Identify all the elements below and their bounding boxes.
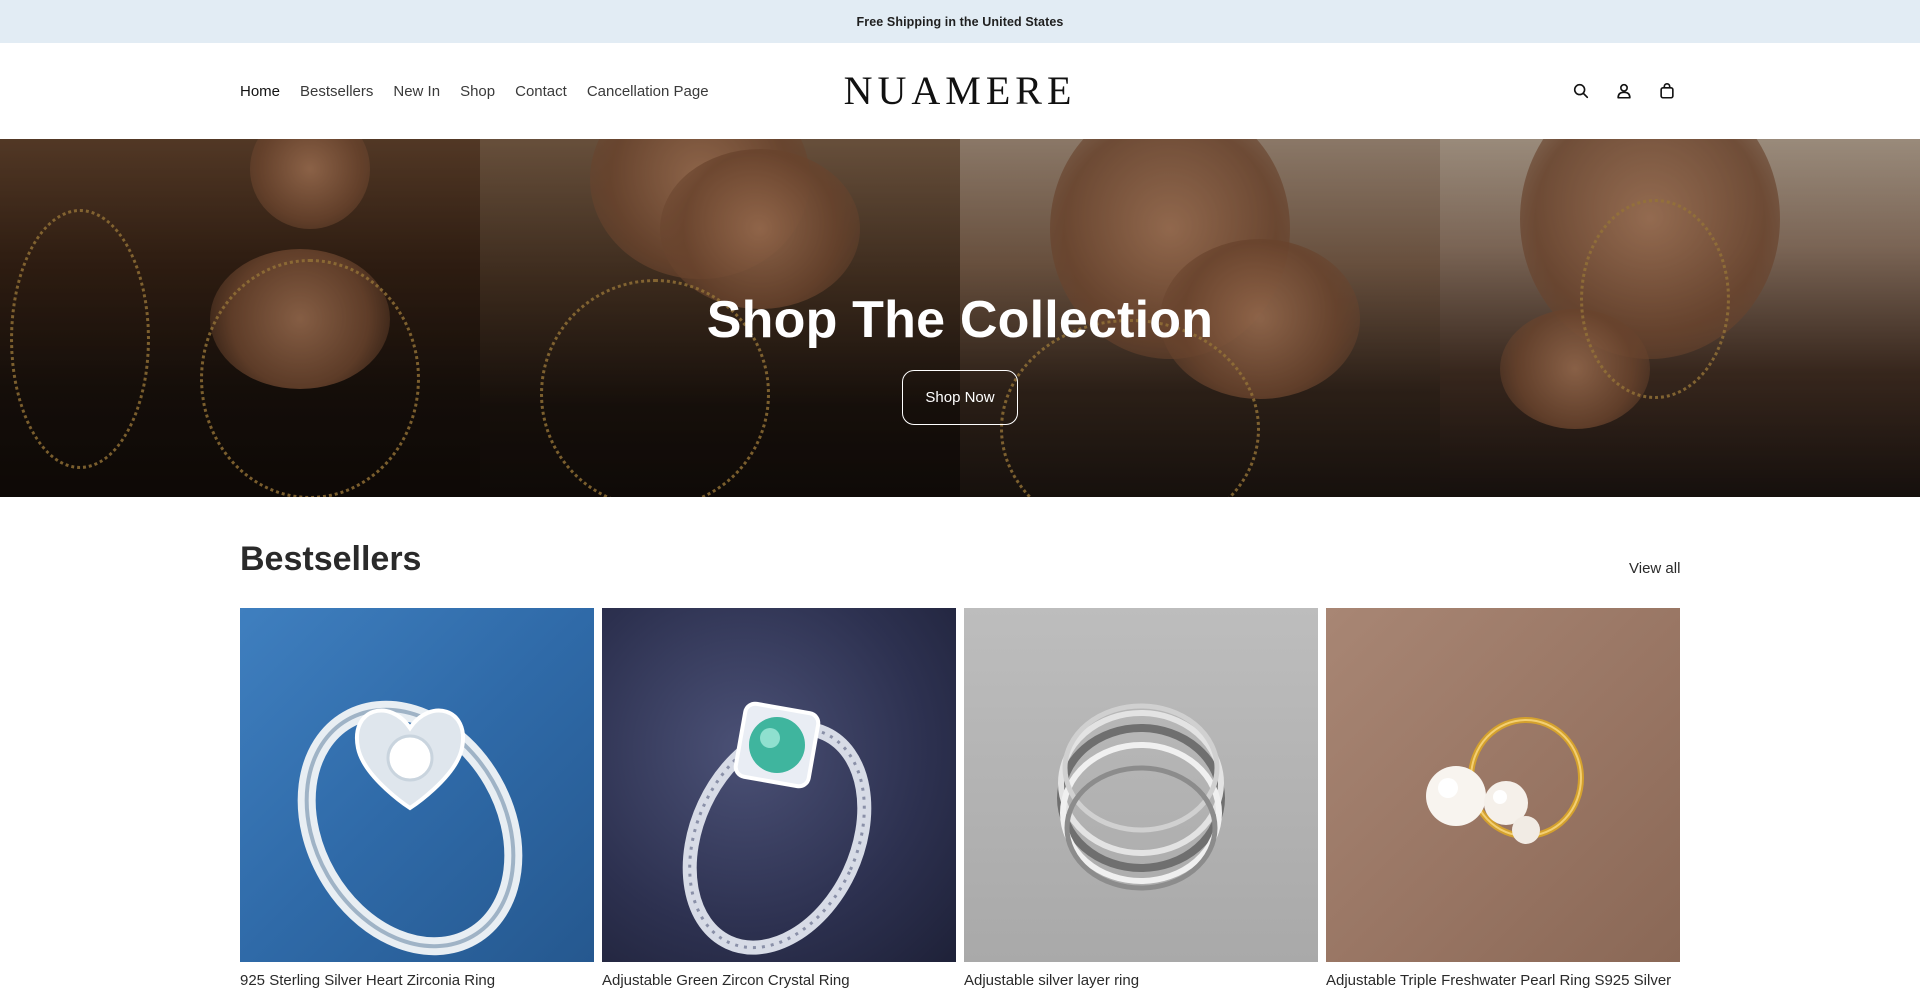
product-card[interactable]: Adjustable silver layer ring <box>964 608 1318 989</box>
product-image[interactable] <box>602 608 956 962</box>
search-icon[interactable] <box>1566 76 1596 106</box>
shop-now-button[interactable]: Shop Now <box>902 370 1018 425</box>
product-card[interactable]: Adjustable Green Zircon Crystal Ring <box>602 608 956 989</box>
nav-new-in[interactable]: New In <box>393 83 440 100</box>
nav-shop[interactable]: Shop <box>460 83 495 100</box>
section-title-bestsellers: Bestsellers <box>240 540 422 578</box>
product-title[interactable]: 925 Sterling Silver Heart Zirconia Ring <box>240 972 594 989</box>
nav-cancellation-page[interactable]: Cancellation Page <box>587 83 709 100</box>
announcement-bar: Free Shipping in the United States <box>0 0 1920 43</box>
product-title[interactable]: Adjustable Green Zircon Crystal Ring <box>602 972 956 989</box>
product-grid: 925 Sterling Silver Heart Zirconia Ring … <box>240 608 1680 989</box>
nav-home[interactable]: Home <box>240 83 280 100</box>
site-logo[interactable]: NUAMERE <box>844 69 1075 113</box>
header-icons <box>1566 43 1695 139</box>
product-card[interactable]: Adjustable Triple Freshwater Pearl Ring … <box>1326 608 1680 989</box>
account-icon[interactable] <box>1609 76 1639 106</box>
site-header: Home Bestsellers New In Shop Contact Can… <box>0 43 1920 139</box>
main-nav: Home Bestsellers New In Shop Contact Can… <box>240 43 729 139</box>
product-image[interactable] <box>964 608 1318 962</box>
nav-contact[interactable]: Contact <box>515 83 567 100</box>
announcement-text: Free Shipping in the United States <box>856 14 1064 29</box>
product-image[interactable] <box>1326 608 1680 962</box>
product-title[interactable]: Adjustable Triple Freshwater Pearl Ring … <box>1326 972 1680 989</box>
product-card[interactable]: 925 Sterling Silver Heart Zirconia Ring <box>240 608 594 989</box>
product-title[interactable]: Adjustable silver layer ring <box>964 972 1318 989</box>
view-all-link[interactable]: View all <box>1629 560 1680 577</box>
cart-icon[interactable] <box>1652 76 1682 106</box>
hero-title: Shop The Collection <box>706 291 1214 349</box>
nav-bestsellers[interactable]: Bestsellers <box>300 83 373 100</box>
product-image[interactable] <box>240 608 594 962</box>
